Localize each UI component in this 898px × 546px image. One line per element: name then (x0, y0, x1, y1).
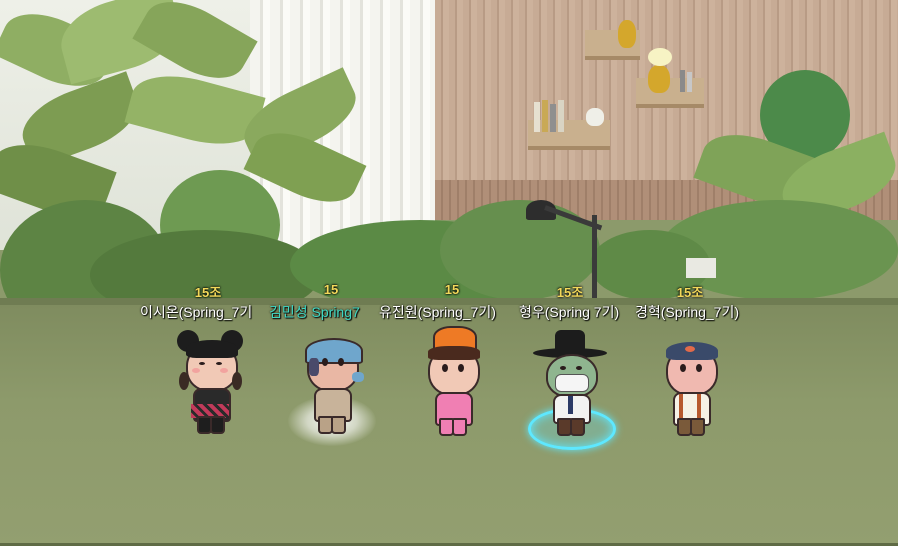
avatar-legs (677, 418, 705, 436)
avatar-eye (680, 364, 686, 372)
necktie (568, 396, 573, 414)
avatar-leg (331, 416, 346, 434)
avatar-leg (210, 416, 225, 434)
flower-decor (648, 48, 672, 66)
player-level: 15 (323, 282, 339, 297)
player-avatar[interactable] (533, 330, 607, 436)
player-name: 경혁(Spring_7기) (635, 304, 740, 320)
candle-decor (586, 108, 604, 126)
player-avatar[interactable] (296, 332, 366, 434)
avatar-eye (216, 362, 222, 365)
player-name: 유진원(Spring_7기) (379, 304, 496, 320)
suspenders (679, 394, 683, 418)
avatar-eye (338, 358, 344, 366)
avatar-legs (557, 418, 585, 436)
avatar-eye (576, 366, 582, 370)
gat-hat-crown (555, 330, 585, 352)
book-decor (534, 102, 540, 132)
player-avatar[interactable] (175, 330, 245, 434)
avatar-leg (452, 418, 467, 436)
book-decor (558, 100, 564, 132)
wall-shelf-middle (636, 78, 704, 108)
hair (428, 346, 480, 360)
book-decor (687, 72, 692, 92)
player-name: 이시온(Spring_7기 (140, 304, 253, 320)
player-level: 15조 (676, 285, 704, 300)
player-level: 15 (444, 282, 460, 297)
hair (309, 358, 319, 376)
player-level: 15조 (194, 285, 222, 300)
book-decor (550, 104, 556, 132)
avatar-eye (696, 364, 702, 372)
hair-tail (232, 372, 242, 390)
avatar-eye (199, 362, 205, 365)
suspenders (697, 394, 701, 418)
game-scene[interactable]: 15조 이시온(Spring_7기 15 김민성 Spring7 15 유진원(… (0, 0, 898, 546)
avatar-legs (197, 416, 225, 434)
hair-tail (179, 372, 189, 390)
plant-pot (686, 258, 716, 278)
book-decor (542, 100, 548, 132)
bandana-knot (352, 372, 364, 382)
avatar-leg (690, 418, 705, 436)
avatar-eye (442, 364, 448, 372)
avatar-eye (458, 364, 464, 372)
avatar-legs (318, 416, 346, 434)
avatar-cheek (220, 368, 228, 373)
vase-decor (618, 20, 636, 48)
player-avatar[interactable] (655, 330, 725, 436)
player-avatar[interactable] (417, 326, 487, 436)
hair-accessory (685, 346, 695, 352)
avatar-eye (322, 358, 328, 366)
player-name: 김민성 Spring7 (269, 304, 360, 320)
flower-vase-decor (648, 65, 670, 93)
book-decor (680, 70, 685, 92)
avatar-legs (439, 418, 467, 436)
avatar-eye (560, 366, 566, 370)
face-mask (555, 374, 589, 392)
player-level: 15조 (556, 285, 584, 300)
player-name: 형우(Spring 7기) (519, 304, 620, 320)
avatar-cheek (192, 368, 200, 373)
avatar-leg (570, 418, 585, 436)
hair (186, 340, 238, 358)
